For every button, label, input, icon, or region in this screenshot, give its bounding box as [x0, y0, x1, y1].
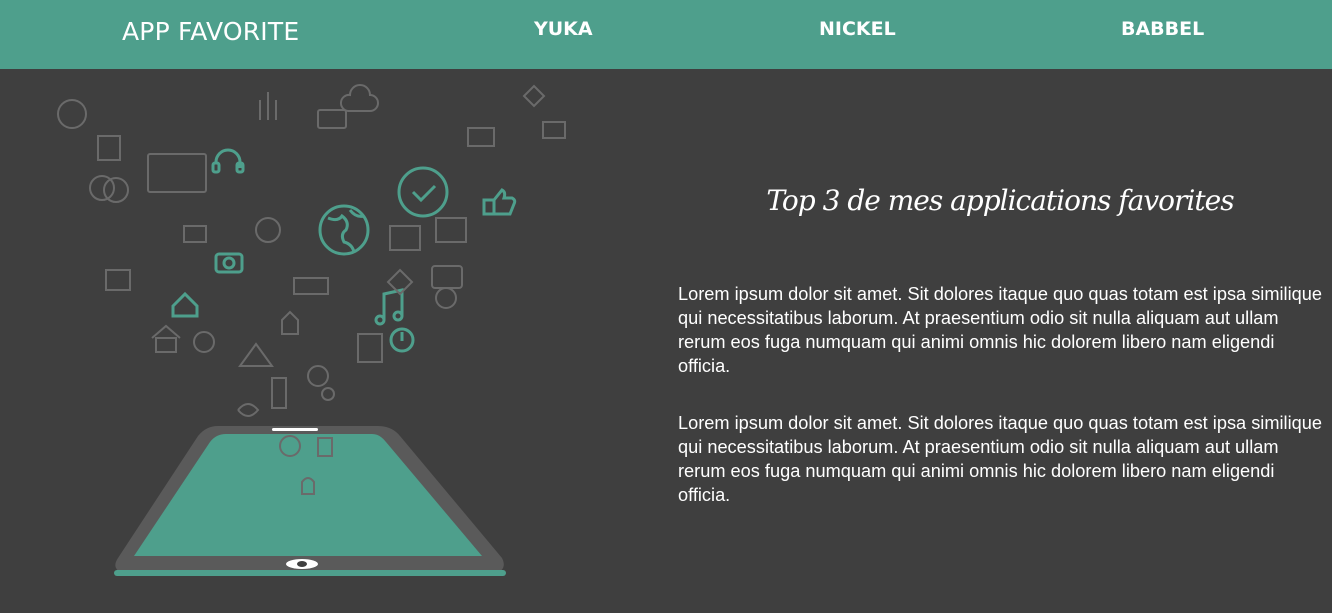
hero-illustration: [28, 70, 588, 590]
camera-icon: [214, 252, 244, 274]
globe-icon: [318, 204, 370, 256]
tablet-app-icons-illustration: [57, 84, 566, 576]
page-title: Top 3 de mes applications favorites: [766, 184, 1234, 217]
tablet-device: [114, 426, 506, 576]
power-icon: [389, 327, 415, 353]
headphones-icon: [211, 148, 245, 174]
brand-link[interactable]: APP FAVORITE: [122, 17, 299, 46]
navbar: APP FAVORITE YUKA NICKEL BABBEL: [0, 0, 1332, 69]
home-icon: [171, 291, 199, 318]
nav-link-babbel[interactable]: BABBEL: [1121, 18, 1204, 40]
clock-icon: [397, 166, 449, 218]
nav-link-nickel[interactable]: NICKEL: [819, 18, 896, 40]
paragraph-1: Lorem ipsum dolor sit amet. Sit dolores …: [678, 284, 1322, 376]
nav-link-yuka[interactable]: YUKA: [534, 18, 593, 40]
decorative-icons: [57, 84, 566, 417]
paragraph-2: Lorem ipsum dolor sit amet. Sit dolores …: [678, 413, 1322, 505]
music-note-icon: [374, 288, 404, 326]
thumbs-up-icon: [482, 188, 517, 216]
